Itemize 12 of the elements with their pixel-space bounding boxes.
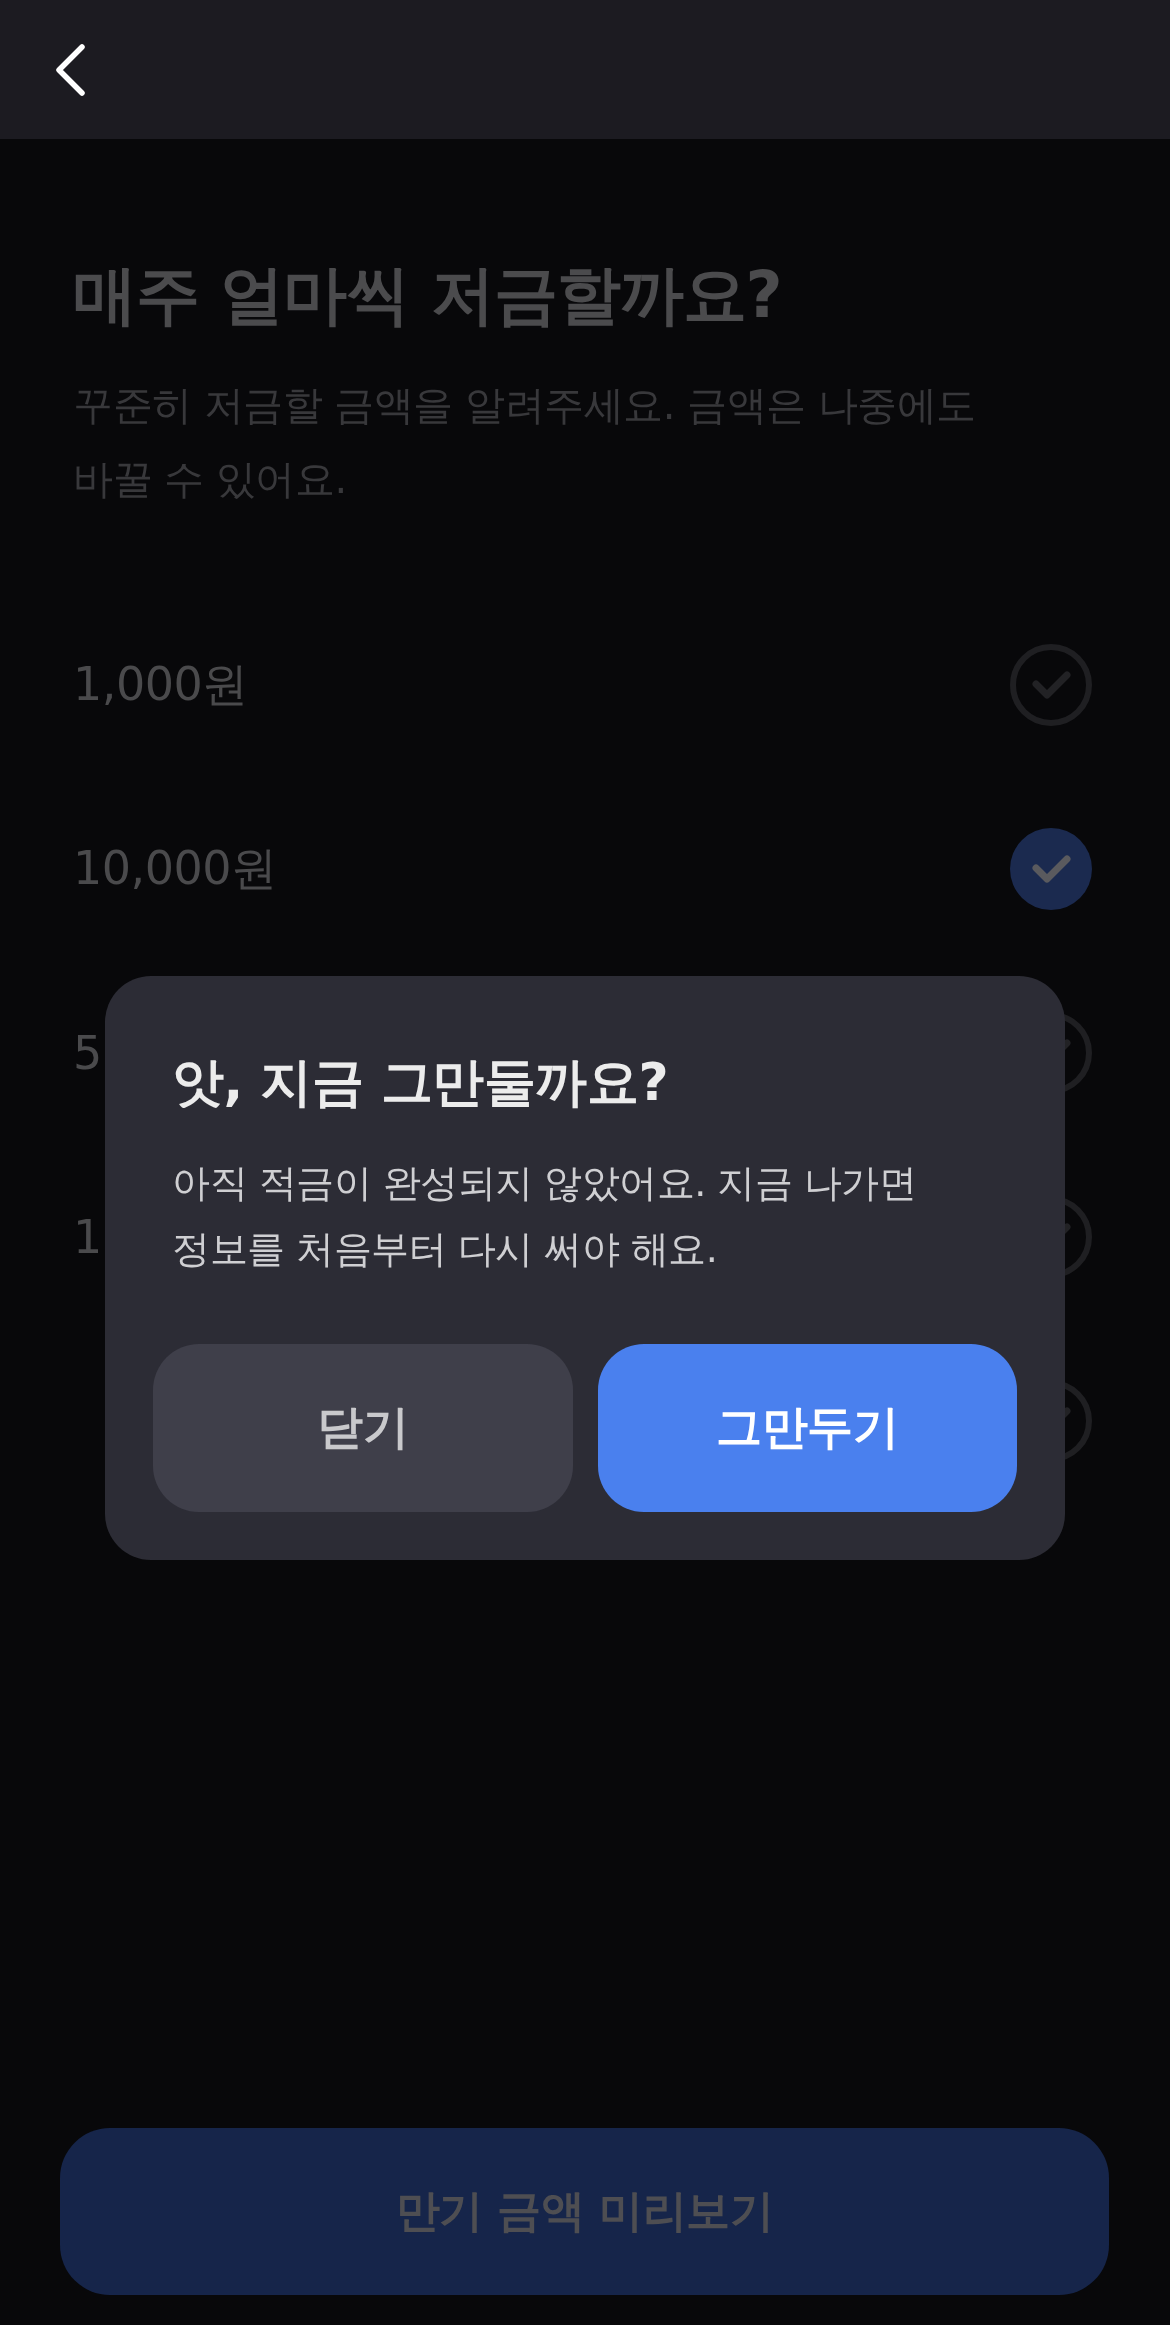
dialog-title: 앗, 지금 그만둘까요? xyxy=(172,1051,670,1114)
back-chevron-icon xyxy=(54,42,86,97)
dialog-message: 아직 적금이 완성되지 않았어요. 지금 나가면 정보를 처음부터 다시 써야 해요. xyxy=(172,1160,918,1273)
check-circle-icon[interactable] xyxy=(1010,644,1092,726)
amount-option-label: 1 xyxy=(73,1210,102,1264)
amount-option-label: 1,000원 xyxy=(73,656,248,713)
page-title: 매주 얼마씩 저금할까요? xyxy=(73,257,783,334)
amount-option-label: 10,000원 xyxy=(73,840,277,897)
amount-option-label: 5 xyxy=(73,1026,102,1080)
dialog-button[interactable]: 그만두기 xyxy=(597,1344,1017,1512)
check-circle-icon[interactable] xyxy=(1010,828,1092,910)
dialog-button[interactable]: 닫기 xyxy=(153,1344,573,1512)
